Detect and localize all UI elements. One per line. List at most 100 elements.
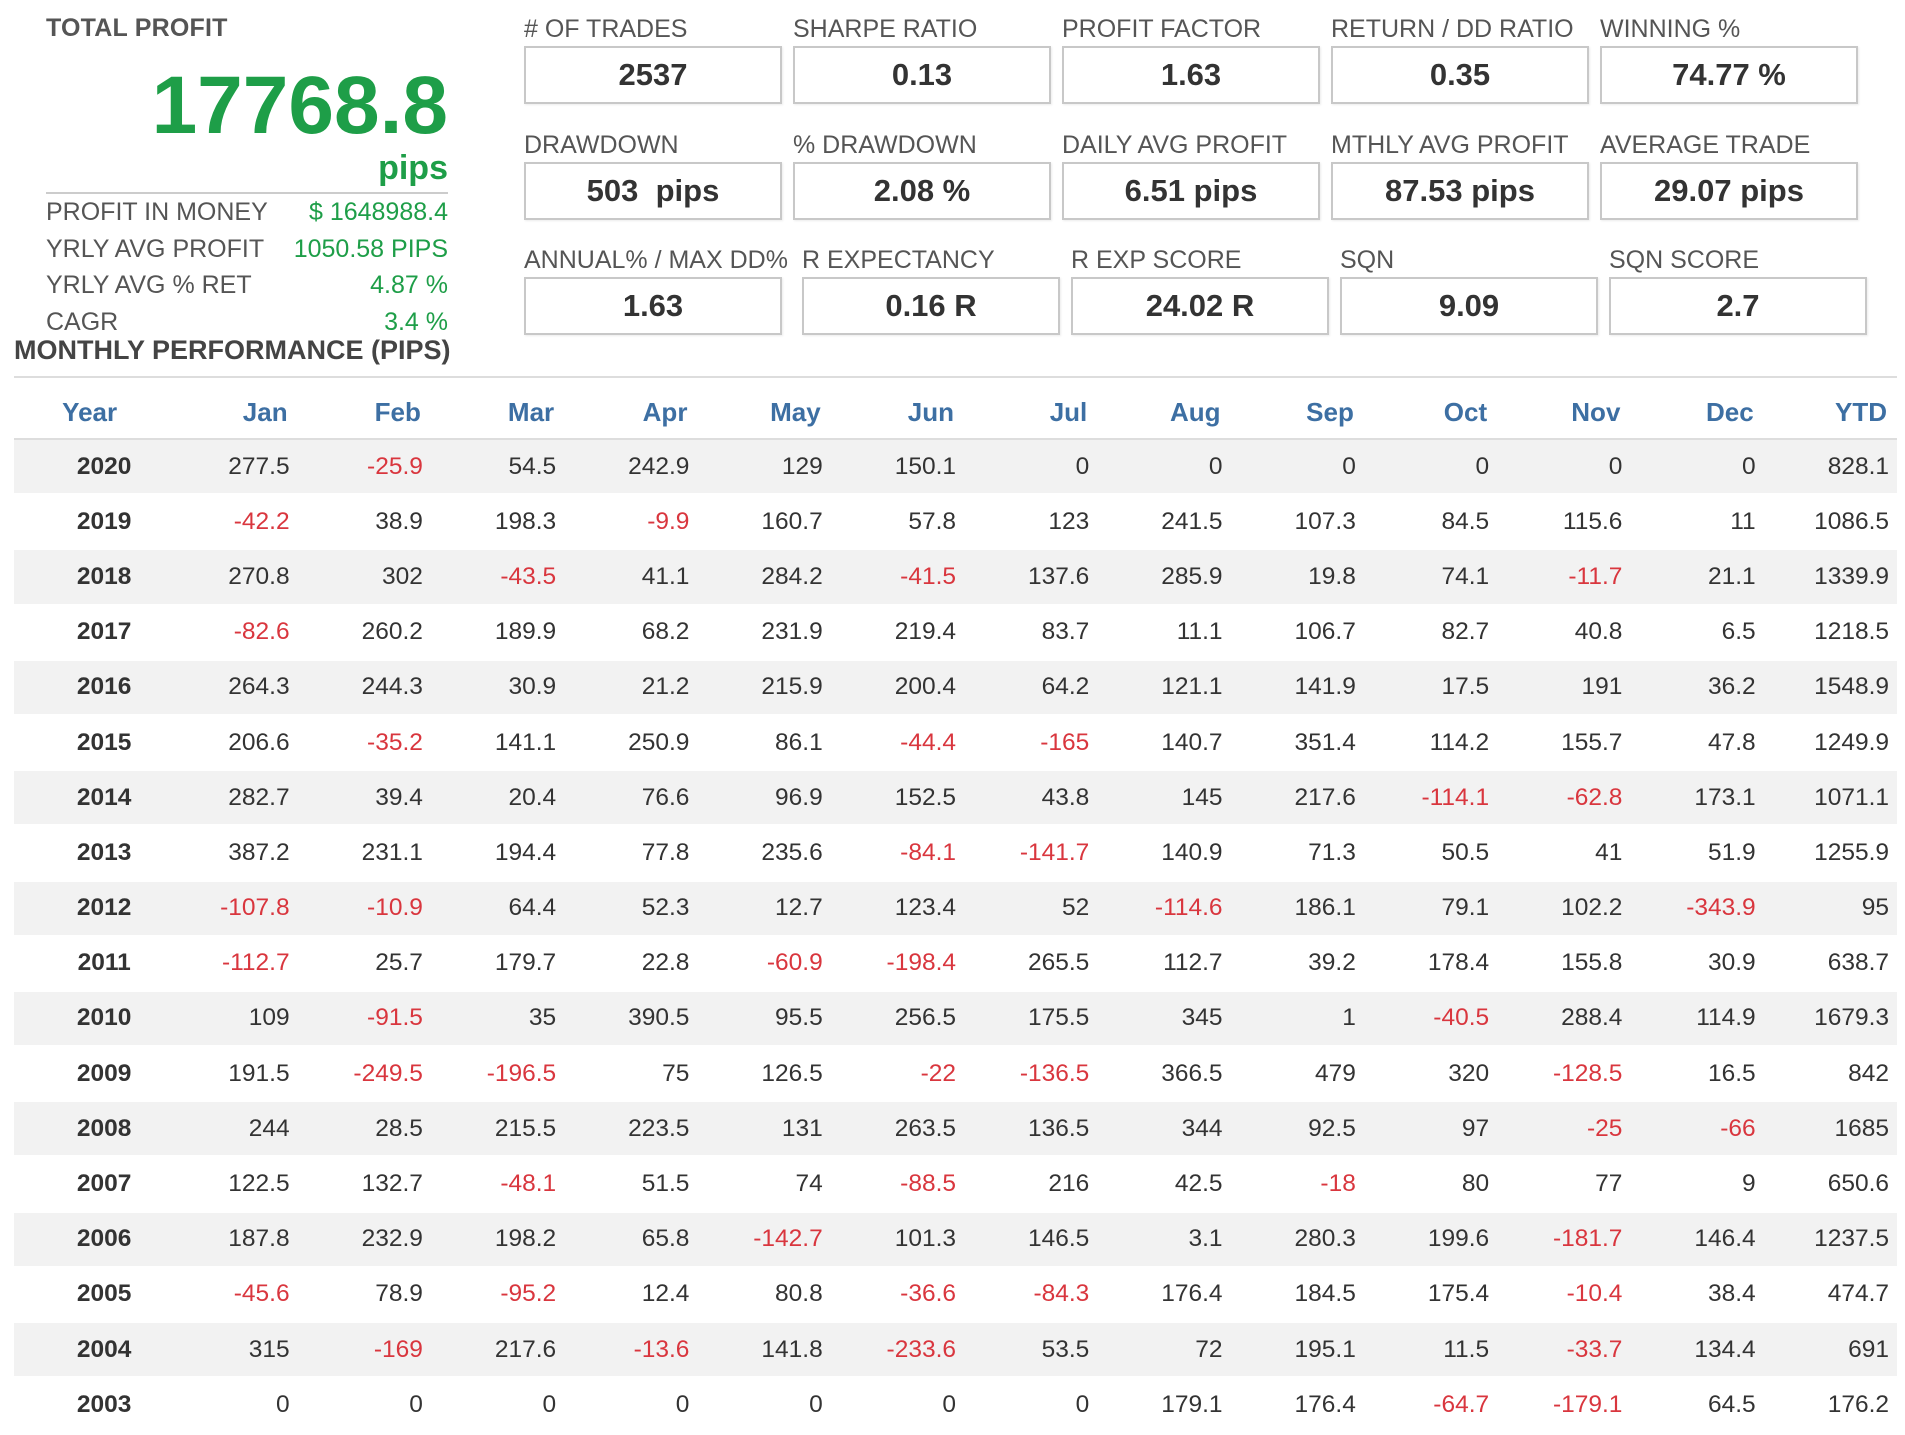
month-cell: 231.1 xyxy=(297,825,431,882)
month-cell: -233.6 xyxy=(830,1322,964,1379)
month-cell: -114.6 xyxy=(1097,880,1231,937)
stat-drawdown: DRAWDOWN 503 pips xyxy=(524,131,782,220)
month-cell: 9 xyxy=(1630,1156,1764,1213)
month-cell: 145 xyxy=(1097,770,1231,827)
month-cell: 232.9 xyxy=(297,1211,431,1268)
month-cell: 216 xyxy=(964,1156,1098,1213)
month-cell: -9.9 xyxy=(564,494,698,551)
month-cell: 51.5 xyxy=(564,1156,698,1213)
year-cell: 2016 xyxy=(14,659,165,716)
month-cell: 30.9 xyxy=(1630,935,1764,992)
ytd-cell: 1339.9 xyxy=(1763,549,1897,606)
month-cell: 241.5 xyxy=(1097,494,1231,551)
month-cell: 0 xyxy=(1497,439,1631,496)
month-cell: 179.7 xyxy=(430,935,565,992)
month-cell: -33.7 xyxy=(1497,1322,1631,1379)
column-header-apr[interactable]: Apr xyxy=(564,386,698,440)
month-cell: 122.5 xyxy=(164,1156,298,1213)
table-row: 2018 270.8 302 -43.5 41.1 284.2 -41.5 137.6 285.… xyxy=(14,549,1897,606)
column-header-jun[interactable]: Jun xyxy=(830,386,964,440)
year-cell: 2006 xyxy=(14,1211,165,1268)
month-cell: -45.6 xyxy=(164,1266,298,1324)
column-header-nov[interactable]: Nov xyxy=(1497,386,1631,440)
month-cell: -35.2 xyxy=(297,714,431,772)
month-cell: 198.2 xyxy=(430,1211,565,1268)
month-cell: 43.8 xyxy=(964,770,1098,827)
month-cell: -165 xyxy=(964,714,1098,772)
ytd-cell: 638.7 xyxy=(1763,935,1897,992)
month-cell: 479 xyxy=(1230,1046,1364,1103)
month-cell: -88.5 xyxy=(830,1156,964,1213)
column-header-dec[interactable]: Dec xyxy=(1630,386,1764,440)
stat-label: ANNUAL% / MAX DD% xyxy=(524,246,788,274)
stat-label: WINNING % xyxy=(1600,15,1741,43)
month-cell: -169 xyxy=(297,1322,431,1379)
table-row: 2014 282.7 39.4 20.4 76.6 96.9 152.5 43.8 145 217… xyxy=(14,770,1897,827)
column-header-feb[interactable]: Feb xyxy=(297,386,431,440)
stat-value: 0.35 xyxy=(1331,46,1589,104)
stat-label: RETURN / DD RATIO xyxy=(1331,15,1574,43)
month-cell: 215.9 xyxy=(697,659,831,716)
summary-label: YRLY AVG PROFIT xyxy=(46,234,265,263)
column-header-jul[interactable]: Jul xyxy=(964,386,1098,440)
ytd-cell: 474.7 xyxy=(1763,1266,1897,1324)
month-cell: 11.5 xyxy=(1363,1322,1498,1379)
month-cell: 344 xyxy=(1097,1101,1231,1158)
year-cell: 2010 xyxy=(14,990,165,1048)
total-profit-unit: pips xyxy=(378,149,448,187)
column-header-mar[interactable]: Mar xyxy=(430,386,565,440)
month-cell: 195.1 xyxy=(1230,1322,1364,1379)
month-cell: 80.8 xyxy=(697,1266,831,1324)
stat-label: PROFIT FACTOR xyxy=(1062,15,1262,43)
month-cell: 96.9 xyxy=(697,770,831,827)
month-cell: 107.3 xyxy=(1230,494,1364,551)
ytd-cell: 1086.5 xyxy=(1763,494,1897,551)
month-cell: 106.7 xyxy=(1230,604,1364,661)
total-profit-panel: TOTAL PROFIT 17768.8 pips PROFIT IN MONE… xyxy=(46,14,448,340)
column-header-oct[interactable]: Oct xyxy=(1363,386,1498,440)
month-cell: 390.5 xyxy=(564,990,698,1048)
month-cell: 114.9 xyxy=(1630,990,1764,1048)
ytd-cell: 1218.5 xyxy=(1763,604,1897,661)
month-cell: 74.1 xyxy=(1363,549,1498,606)
month-cell: 52.3 xyxy=(564,880,698,937)
month-cell: 141.1 xyxy=(430,714,565,772)
month-cell: 25.7 xyxy=(297,935,431,992)
month-cell: 231.9 xyxy=(697,604,831,661)
month-cell: 83.7 xyxy=(964,604,1098,661)
column-header-may[interactable]: May xyxy=(697,386,831,440)
month-cell: 131 xyxy=(697,1101,831,1158)
month-cell: -22 xyxy=(830,1046,964,1103)
month-cell: -11.7 xyxy=(1497,549,1631,606)
month-cell: 64.2 xyxy=(964,659,1098,716)
month-cell: 132.7 xyxy=(297,1156,431,1213)
table-row: 2005 -45.6 78.9 -95.2 12.4 80.8 -36.6 -84.3 176.… xyxy=(14,1266,1897,1324)
column-header-sep[interactable]: Sep xyxy=(1230,386,1364,440)
stat-label: % DRAWDOWN xyxy=(793,131,977,159)
stat-value: 24.02 R xyxy=(1071,277,1329,335)
column-header-ytd[interactable]: YTD xyxy=(1763,386,1897,440)
column-header-year[interactable]: Year xyxy=(14,386,165,440)
month-cell: -181.7 xyxy=(1497,1211,1631,1268)
stat-sqn-score: SQN SCORE 2.7 xyxy=(1609,246,1867,335)
month-cell: 40.8 xyxy=(1497,604,1631,661)
year-cell: 2013 xyxy=(14,825,165,882)
month-cell: 187.8 xyxy=(164,1211,298,1268)
year-cell: 2003 xyxy=(14,1377,165,1434)
month-cell: 95.5 xyxy=(697,990,831,1048)
month-cell: 123 xyxy=(964,494,1098,551)
month-cell: 1 xyxy=(1230,990,1364,1048)
month-cell: 0 xyxy=(1630,439,1764,496)
column-header-aug[interactable]: Aug xyxy=(1097,386,1231,440)
month-cell: 109 xyxy=(164,990,298,1048)
stat-label: MTHLY AVG PROFIT xyxy=(1331,131,1569,159)
column-header-jan[interactable]: Jan xyxy=(164,386,298,440)
table-row: 2016 264.3 244.3 30.9 21.2 215.9 200.4 64.2 121.… xyxy=(14,659,1897,716)
month-cell: -42.2 xyxy=(164,494,298,551)
month-cell: 102.2 xyxy=(1497,880,1631,937)
month-cell: 64.5 xyxy=(1630,1377,1764,1434)
month-cell: -82.6 xyxy=(164,604,298,661)
month-cell: 217.6 xyxy=(430,1322,565,1379)
month-cell: 39.4 xyxy=(297,770,431,827)
month-cell: 146.4 xyxy=(1630,1211,1764,1268)
